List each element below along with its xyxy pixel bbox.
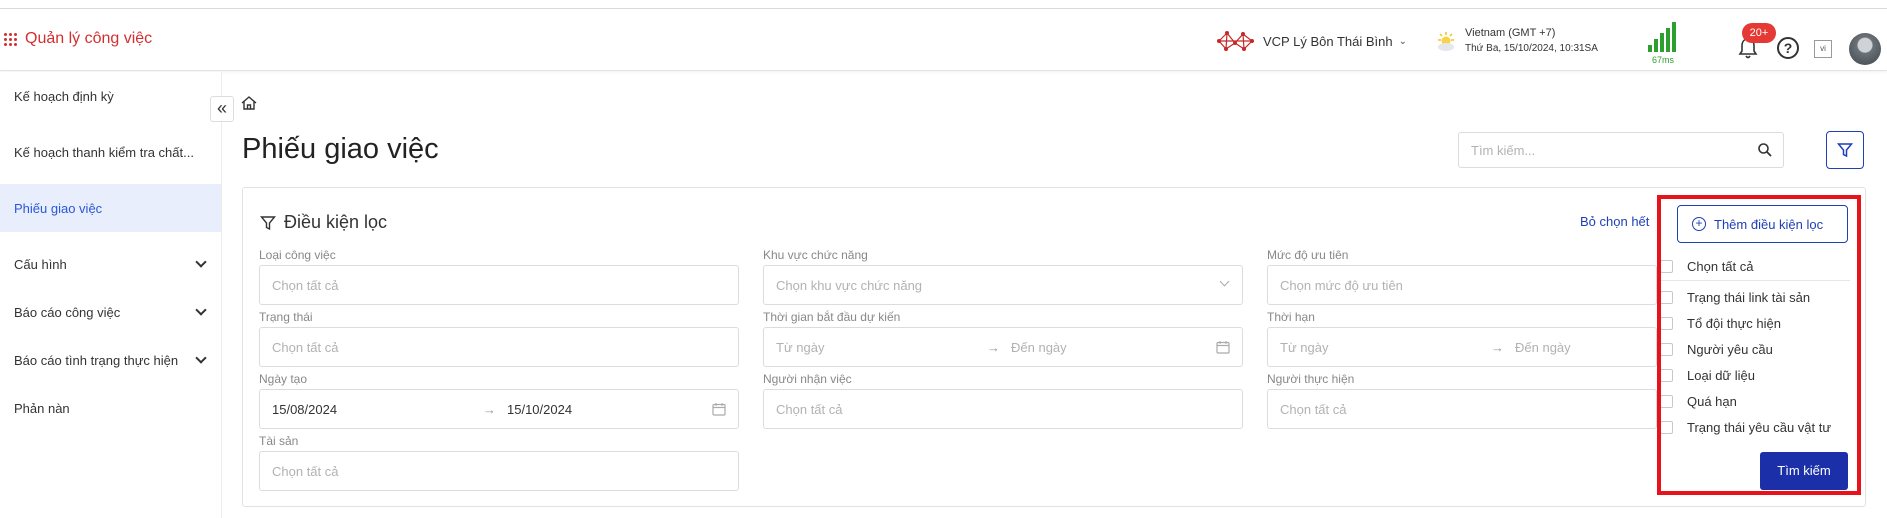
search-input[interactable] — [1459, 133, 1749, 167]
placeholder: Chọn tất cả — [272, 340, 339, 355]
sidebar-item-bao-cao-cong-viec[interactable]: Báo cáo công việc — [0, 288, 221, 336]
asset-select[interactable]: Chọn tất cả — [259, 451, 739, 491]
field-label: Thời hạn — [1267, 310, 1315, 324]
clear-all-link[interactable]: Bỏ chọn hết — [1580, 214, 1649, 229]
signal-strength-icon — [1648, 22, 1676, 52]
sidebar-item-label: Kế hoạch định kỳ — [14, 88, 114, 104]
calendar-icon — [712, 403, 726, 416]
network-logo-icon — [1217, 31, 1254, 51]
placeholder: Chọn tất cả — [776, 402, 843, 417]
avatar[interactable] — [1849, 33, 1881, 65]
sidebar-item-label: Báo cáo tình trạng thực hiện — [14, 352, 179, 368]
range-arrow: → — [1491, 340, 1504, 355]
language-flag-icon[interactable]: vi — [1814, 40, 1832, 58]
field-label: Ngày tạo — [259, 372, 308, 386]
search-box — [1458, 132, 1784, 168]
highlight-box — [1657, 195, 1861, 495]
org-name: VCP Lý Bôn Thái Bình — [1263, 33, 1393, 49]
field-label: Mức độ ưu tiên — [1267, 248, 1349, 262]
timezone-info: Vietnam (GMT +7) Thứ Ba, 15/10/2024, 10:… — [1465, 25, 1598, 57]
ping-value: 67ms — [1652, 55, 1675, 65]
chevron-down-icon — [195, 256, 207, 268]
notification-badge: 20+ — [1742, 23, 1776, 43]
deadline-range[interactable]: Từ ngày → Đến ngày — [1267, 327, 1657, 367]
sidebar-item-phan-nan[interactable]: Phản nàn — [0, 384, 221, 432]
field-label: Khu vực chức năng — [763, 248, 868, 262]
placeholder: Chọn mức độ ưu tiên — [1280, 278, 1403, 293]
range-arrow: → — [987, 340, 1000, 355]
field-label: Trạng thái — [259, 310, 313, 324]
sun-cloud-icon — [1438, 32, 1454, 51]
field-label: Loại công việc — [259, 248, 336, 262]
chevron-down-icon — [195, 304, 207, 316]
app-title[interactable]: Quản lý công việc — [25, 30, 152, 48]
date-from: Từ ngày — [1280, 340, 1329, 355]
field-label: Người nhận việc — [763, 372, 852, 386]
start-date-range[interactable]: Từ ngày → Đến ngày — [763, 327, 1243, 367]
sidebar-item-label: Báo cáo công việc — [14, 304, 121, 320]
sidebar-item-cau-hinh[interactable]: Cấu hình — [0, 240, 221, 288]
timezone-label: Vietnam (GMT +7) — [1465, 27, 1556, 39]
sidebar-item-label: Phiếu giao việc — [14, 200, 103, 216]
assignee-select[interactable]: Chọn tất cả — [763, 389, 1243, 429]
job-type-select[interactable]: Chọn tất cả — [259, 265, 739, 305]
help-icon[interactable]: ? — [1777, 37, 1799, 59]
current-datetime: Thứ Ba, 15/10/2024, 10:31SA — [1465, 43, 1598, 54]
sidebar-item-bao-cao-tinh-trang[interactable]: Báo cáo tình trạng thực hiện — [0, 336, 221, 384]
app-header: Quản lý công việc VCP Lý Bôn Thái Bình ⌄… — [0, 9, 1887, 71]
chevron-down-icon — [1219, 276, 1230, 287]
chevron-down-icon — [195, 352, 207, 364]
filter-panel-header: Điều kiện lọc — [260, 212, 387, 233]
field-label: Thời gian bắt đầu dự kiến — [763, 310, 901, 324]
placeholder: Chọn tất cả — [272, 464, 339, 479]
status-select[interactable]: Chọn tất cả — [259, 327, 739, 367]
field-label: Tài sản — [259, 434, 299, 448]
date-to-value: 15/10/2024 — [507, 402, 573, 417]
created-date-range[interactable]: 15/08/2024 → 15/10/2024 — [259, 389, 739, 429]
home-icon[interactable] — [241, 96, 257, 110]
range-arrow: → — [483, 402, 496, 417]
apps-grid-icon[interactable] — [4, 33, 18, 47]
sidebar-item-ke-hoach-thanh-kiem-tra[interactable]: Kế hoạch thanh kiểm tra chất... — [0, 128, 221, 176]
functional-area-select[interactable]: Chọn khu vực chức năng — [763, 265, 1243, 305]
placeholder: Chọn khu vực chức năng — [776, 278, 923, 293]
filter-toggle-button[interactable] — [1826, 131, 1864, 169]
org-selector[interactable]: VCP Lý Bôn Thái Bình ⌄ — [1217, 29, 1407, 53]
field-label: Người thực hiện — [1267, 372, 1355, 386]
sidebar: Kế hoạch định kỳ Kế hoạch thanh kiểm tra… — [0, 72, 222, 518]
date-to: Đến ngày — [1515, 340, 1571, 355]
date-to: Đến ngày — [1011, 340, 1067, 355]
sidebar-item-phieu-giao-viec[interactable]: Phiếu giao việc — [0, 184, 221, 232]
collapse-sidebar-button[interactable]: « — [210, 96, 234, 122]
filter-icon — [1837, 143, 1853, 158]
date-from-value: 15/08/2024 — [272, 402, 338, 417]
chevron-down-icon: ⌄ — [1398, 35, 1407, 47]
calendar-icon — [1216, 341, 1230, 354]
sidebar-item-label: Phản nàn — [14, 400, 70, 416]
sidebar-item-label: Kế hoạch thanh kiểm tra chất... — [14, 144, 194, 160]
placeholder: Chọn tất cả — [272, 278, 339, 293]
search-icon[interactable] — [1757, 142, 1773, 158]
page-title: Phiếu giao việc — [242, 133, 439, 165]
filter-panel-title: Điều kiện lọc — [284, 212, 388, 232]
filter-icon — [260, 215, 276, 230]
placeholder: Chọn tất cả — [1280, 402, 1347, 417]
date-from: Từ ngày — [776, 340, 825, 355]
sidebar-item-ke-hoach-dinh-ky[interactable]: Kế hoạch định kỳ — [0, 72, 221, 120]
priority-select[interactable]: Chọn mức độ ưu tiên — [1267, 265, 1657, 305]
sidebar-item-label: Cấu hình — [14, 256, 67, 272]
executor-select[interactable]: Chọn tất cả — [1267, 389, 1657, 429]
